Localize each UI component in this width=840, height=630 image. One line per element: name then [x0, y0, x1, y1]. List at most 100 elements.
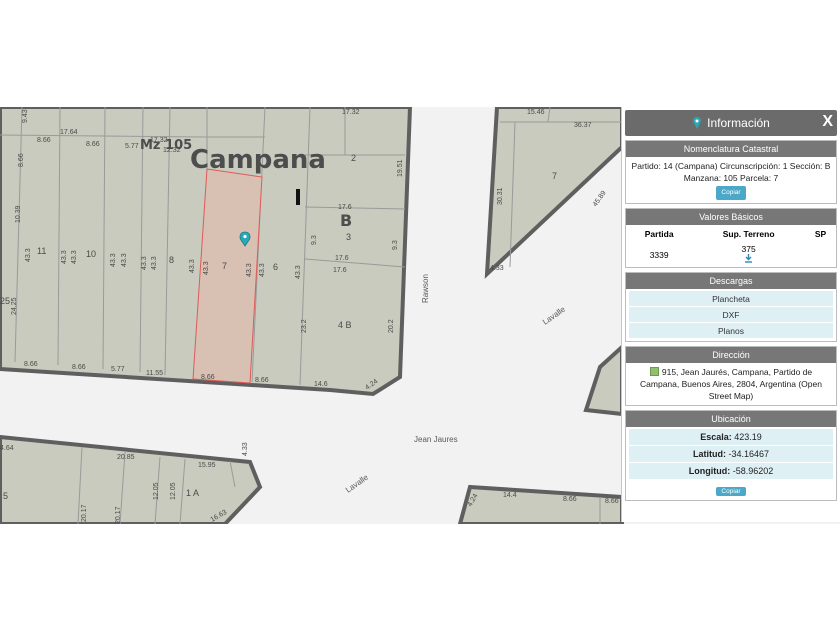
direccion-body: 915, Jean Jaurés, Campana, Partido de Ca…	[626, 363, 836, 405]
dimension-label: 8.66	[605, 498, 619, 505]
info-panel: Información X Nomenclatura Catastral Par…	[621, 107, 840, 522]
direccion-section: Dirección 915, Jean Jaurés, Campana, Par…	[625, 346, 837, 406]
dimension-label: 43.3	[203, 261, 210, 275]
dimension-label: 8.66	[72, 364, 86, 371]
dimension-label: 14.4	[503, 492, 517, 499]
parcel-number: 3	[346, 232, 351, 242]
section-title: Dirección	[626, 347, 836, 363]
block-letter: B	[340, 211, 352, 230]
dimension-label: 20.17	[115, 506, 122, 524]
valores-table: Partida Sup. Terreno SP 3339 375	[626, 225, 836, 267]
dimension-label: 8.66	[86, 141, 100, 148]
valores-section: Valores Básicos Partida Sup. Terreno SP …	[625, 208, 837, 268]
dimension-label: 43.3	[71, 250, 78, 264]
copy-ubicacion-button[interactable]: Copiar	[716, 487, 746, 496]
table-row: 3339 375	[626, 241, 836, 267]
dimension-label: 20.85	[117, 454, 135, 461]
viewport: Campana Mz 105 B 11 10 8 7 6 3 2 4 B 7 5…	[0, 0, 840, 630]
dimension-label: 8.66	[24, 361, 38, 368]
longitud-label: Longitud:	[688, 466, 731, 476]
street-label-jean-jaures: Jean Jaures	[414, 435, 458, 444]
dimension-label: 30.31	[497, 187, 504, 205]
dimension-label: 4.64	[0, 445, 14, 452]
dimension-label: 8.66	[255, 377, 269, 384]
dimension-label: 15.95	[198, 462, 216, 469]
latitud-row: Latitud: -34.16467	[629, 446, 833, 463]
dimension-label: 4.33	[490, 265, 504, 272]
partida-value: 3339	[649, 249, 669, 260]
dimension-label: 23.2	[301, 319, 308, 333]
dimension-label: 17.6	[333, 267, 347, 274]
close-button[interactable]: X	[822, 113, 833, 131]
dimension-label: 43.3	[259, 263, 266, 277]
ubicacion-section: Ubicación Escala: 423.19 Latitud: -34.16…	[625, 410, 837, 501]
parcel-number: 2	[351, 153, 356, 163]
dimension-label: 43.3	[189, 259, 196, 273]
dimension-label: 17.64	[60, 129, 78, 136]
parcel-number: 8	[169, 255, 174, 265]
latitud-value: -34.16467	[728, 449, 770, 459]
dimension-label: 9.3	[311, 235, 318, 245]
download-planos-link[interactable]: Planos	[629, 323, 833, 339]
dimension-label: 20.17	[81, 504, 88, 522]
escala-row: Escala: 423.19	[629, 429, 833, 446]
block-southeast	[457, 484, 624, 524]
nomenclatura-body: Partido: 14 (Campana) Circunscripción: 1…	[626, 157, 836, 203]
dimension-label: 8.66	[563, 496, 577, 503]
longitud-value: -58.96202	[732, 466, 774, 476]
dimension-label: 12.05	[170, 482, 177, 500]
column-header: Partida	[644, 229, 674, 239]
street-label-rawson: Rawson	[421, 274, 430, 303]
dimension-label: 43.3	[246, 263, 253, 277]
longitud-row: Longitud: -58.96202	[629, 463, 833, 480]
dimension-label: 10.39	[15, 205, 22, 223]
map-icon	[649, 367, 659, 376]
parcel-number: 1 A	[186, 488, 199, 498]
nomenclatura-section: Nomenclatura Catastral Partido: 14 (Camp…	[625, 140, 837, 204]
dimension-label: 17.32	[150, 137, 168, 144]
direccion-text: 915, Jean Jaurés, Campana, Partido de Ca…	[640, 367, 822, 401]
sup-terreno-value: 375	[692, 241, 805, 267]
dimension-label: 17.32	[342, 109, 360, 116]
nomenclatura-text: Partido: 14 (Campana) Circunscripción: 1…	[631, 161, 831, 183]
section-title: Valores Básicos	[626, 209, 836, 225]
escala-label: Escala:	[700, 432, 732, 442]
dimension-label: 5.77	[111, 366, 125, 373]
dimension-label: 20.2	[388, 319, 395, 333]
dimension-label: 9.43	[22, 109, 29, 123]
dimension-label: 43.3	[121, 253, 128, 267]
street-label-lavalle: Lavalle	[344, 472, 370, 494]
dimension-label: 15.46	[527, 109, 545, 116]
descargas-section: Descargas Plancheta DXF Planos	[625, 272, 837, 342]
location-pin-icon	[693, 117, 701, 129]
column-header: Sup. Terreno	[722, 229, 775, 239]
sup-terreno-text: 375	[741, 244, 756, 254]
parcel-number: 4 B	[338, 320, 352, 330]
parcel-number: 7	[552, 171, 557, 181]
dimension-label: 9.3	[392, 240, 399, 250]
dimension-label: 12.05	[153, 482, 160, 500]
copy-nomenclatura-button[interactable]: Copiar	[716, 186, 746, 200]
dimension-label: 19.51	[397, 159, 404, 177]
section-title: Descargas	[626, 273, 836, 289]
dimension-label: 8.66	[18, 153, 25, 167]
download-icon[interactable]	[744, 254, 753, 263]
dimension-label: 36.37	[574, 122, 592, 129]
download-plancheta-link[interactable]: Plancheta	[629, 291, 833, 307]
dimension-label: 17.6	[338, 204, 352, 211]
dimension-label: 8.66	[37, 137, 51, 144]
parcel-number: 5	[3, 491, 8, 501]
dimension-label: 17.6	[335, 255, 349, 262]
panel-title: Información	[707, 116, 770, 130]
download-dxf-link[interactable]: DXF	[629, 307, 833, 323]
column-header: SP	[814, 229, 827, 239]
parcel-number: 25	[0, 296, 10, 306]
dimension-label: 12.32	[163, 147, 181, 154]
panel-header: Información X	[625, 110, 837, 136]
escala-value: 423.19	[734, 432, 762, 442]
dimension-label: 43.3	[110, 253, 117, 267]
parcel-number: 7	[222, 261, 227, 271]
dimension-label: 4.33	[242, 442, 249, 456]
dimension-label: 11.55	[146, 370, 163, 377]
city-label: Campana	[190, 145, 326, 175]
